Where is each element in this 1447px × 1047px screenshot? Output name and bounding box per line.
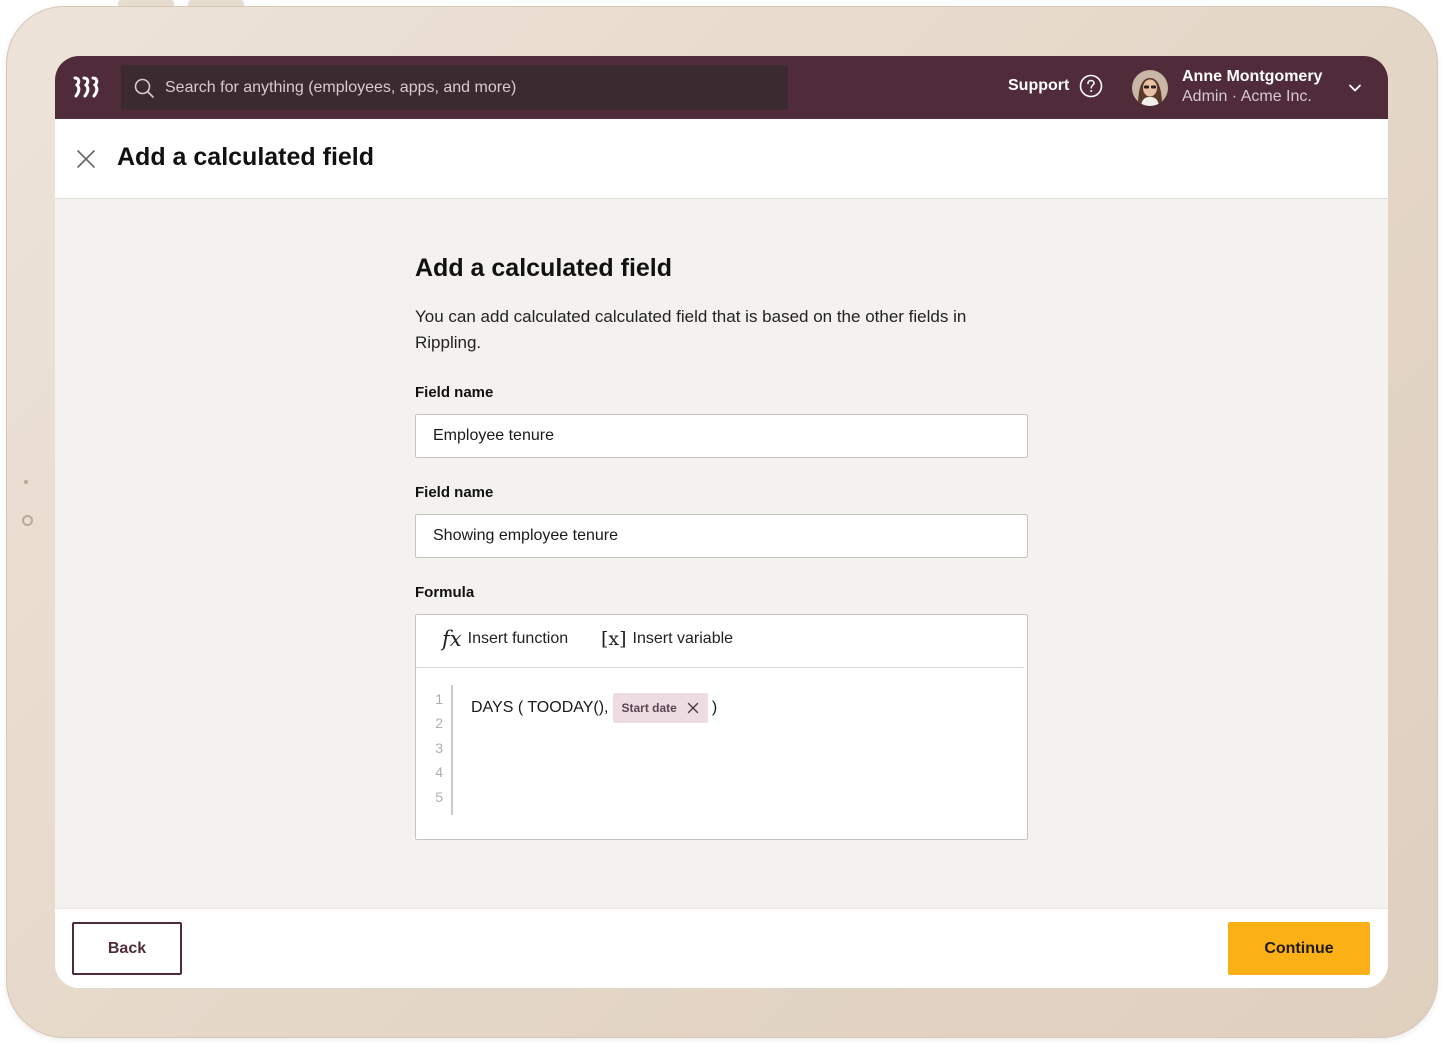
code-suffix: ) (711, 699, 718, 716)
line-number: 5 (435, 789, 443, 805)
variable-chip-label: Start date (621, 701, 677, 715)
rippling-logo-icon[interactable] (73, 76, 101, 98)
field-description-input[interactable] (415, 514, 1028, 558)
field-name-input[interactable] (415, 414, 1028, 458)
line-number: 3 (435, 740, 443, 756)
user-info[interactable]: Anne Montgomery Admin · Acme Inc. (1182, 67, 1322, 107)
field-name-label: Field name (415, 384, 494, 401)
formula-code-line[interactable]: DAYS ( TOODAY(), Start date ) (471, 693, 717, 723)
user-name: Anne Montgomery (1182, 68, 1323, 85)
search-input[interactable] (165, 65, 775, 110)
chevron-down-icon[interactable] (1347, 80, 1363, 96)
global-search[interactable] (121, 65, 788, 110)
form-description: You can add calculated calculated field … (415, 307, 967, 352)
code-prefix: DAYS ( TOODAY(), (471, 699, 609, 716)
formula-label: Formula (415, 584, 475, 601)
insert-function-label: Insert function (467, 630, 569, 647)
variable-chip[interactable]: Start date (612, 693, 708, 723)
tablet-volume-button (188, 0, 244, 6)
formula-toolbar: fx Insert function [x] Insert variable (416, 615, 1024, 668)
line-number: 1 (435, 691, 443, 707)
insert-function-button[interactable]: fx Insert function (442, 627, 569, 651)
tablet-volume-button (118, 0, 174, 6)
tablet-camera (22, 515, 33, 526)
user-role: Admin · Acme Inc. (1182, 88, 1312, 105)
avatar[interactable] (1132, 70, 1168, 106)
variable-icon: [x] (601, 628, 627, 650)
top-navigation-bar: Support Anne Montgomery Admin · Acme Inc… (55, 56, 1388, 119)
back-button[interactable]: Back (72, 922, 182, 975)
tablet-sensor (24, 480, 28, 484)
function-icon: fx (442, 627, 462, 651)
page-title: Add a calculated field (117, 143, 375, 171)
close-icon[interactable] (75, 148, 97, 170)
line-number: 4 (435, 764, 443, 780)
line-number-gutter: 1 2 3 4 5 (416, 685, 453, 815)
field-description-label: Field name (415, 484, 494, 501)
page-header: Add a calculated field (55, 119, 1388, 199)
insert-variable-button[interactable]: [x] Insert variable (601, 629, 733, 649)
remove-chip-icon[interactable] (687, 702, 699, 714)
app-screen: Support Anne Montgomery Admin · Acme Inc… (55, 56, 1388, 988)
formula-editor[interactable]: fx Insert function [x] Insert variable 1… (415, 614, 1028, 840)
search-icon (134, 78, 154, 98)
footer-bar: Back Continue (55, 908, 1388, 988)
continue-button[interactable]: Continue (1228, 922, 1370, 975)
support-label: Support (1008, 77, 1070, 94)
calculated-field-form: Add a calculated field You can add calcu… (415, 252, 1028, 840)
help-circle-icon (1080, 74, 1103, 98)
support-button[interactable]: Support (1008, 74, 1103, 98)
line-number: 2 (435, 715, 443, 731)
insert-variable-label: Insert variable (632, 630, 734, 647)
form-title: Add a calculated field (415, 254, 673, 282)
avatar-image (1132, 70, 1168, 106)
